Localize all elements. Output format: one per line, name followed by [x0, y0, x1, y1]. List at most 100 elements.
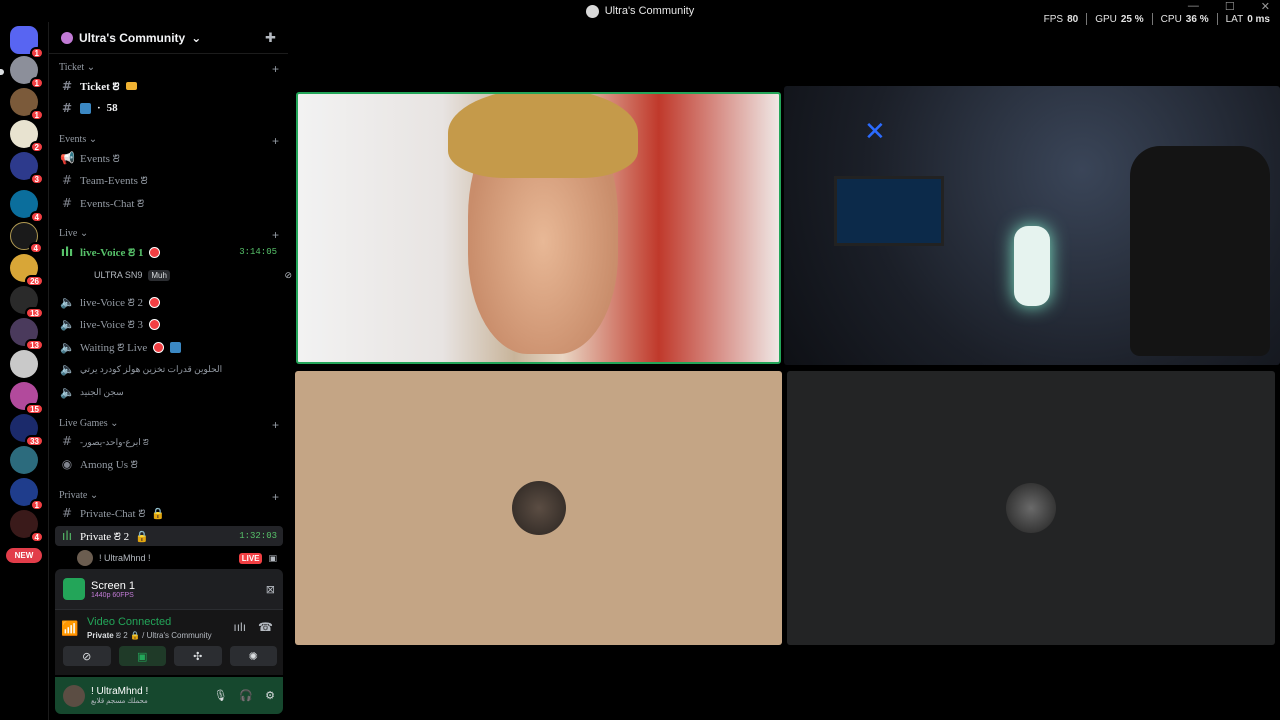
- signal-icon: 📶: [61, 620, 79, 636]
- category-live-games[interactable]: Live Games ⌄ +: [59, 418, 279, 432]
- add-channel-icon[interactable]: +: [272, 62, 279, 76]
- video-tile-speaking[interactable]: [296, 92, 781, 364]
- screen-share-button[interactable]: ▣: [118, 646, 166, 666]
- hashtag-icon: #: [61, 506, 73, 520]
- server-icon[interactable]: 2: [10, 120, 44, 153]
- voice-channel-live-1[interactable]: ılı live-Voice ꢨ 1 3:14:05: [55, 242, 283, 262]
- server-icon[interactable]: [10, 350, 38, 378]
- lock-icon: 🔒: [151, 507, 166, 520]
- server-logo-icon: [585, 4, 599, 18]
- hashtag-icon: #: [61, 434, 73, 448]
- voice-channel-arabic-2[interactable]: 🔈 سجن الجنيد: [55, 382, 283, 402]
- channel-private-chat[interactable]: # Private-Chat ꢨ 🔒: [55, 503, 283, 523]
- new-badge[interactable]: NEW: [6, 548, 42, 563]
- voice-status-panel: 📶 Video Connected Private ꢨ 2 🔒 / Ultra'…: [55, 609, 283, 675]
- divider: [1151, 13, 1153, 25]
- category-events[interactable]: Events ⌄ +: [59, 134, 279, 148]
- performance-overlay: FPS 80 GPU 25 % CPU 36 % LAT 0 ms: [1044, 13, 1270, 25]
- server-icon[interactable]: 15: [10, 382, 44, 415]
- invite-people-icon[interactable]: ✚: [265, 30, 276, 46]
- live-dot-icon: [153, 341, 165, 353]
- noise-suppression-icon[interactable]: ıılı: [233, 620, 246, 634]
- voice-active-icon: ılı: [60, 245, 74, 259]
- hashtag-icon: #: [61, 196, 73, 210]
- hashtag-icon: #: [61, 79, 73, 93]
- server-icon[interactable]: 13: [10, 286, 44, 319]
- gear-icon[interactable]: ⚙: [265, 689, 275, 702]
- server-icon[interactable]: 1: [10, 478, 44, 511]
- voice-member[interactable]: ! UltraMhnd ! LIVE ▣: [77, 548, 281, 568]
- voice-member[interactable]: ULTRA SN9 Muh ⊘: [94, 265, 298, 285]
- soundboard-button[interactable]: ✺: [229, 646, 277, 666]
- window-controls: — ☐ ✕: [1188, 0, 1270, 13]
- screen-share-panel: Screen 1 1440p 60FPS ⊠: [55, 569, 283, 609]
- server-icon[interactable]: 33: [10, 414, 44, 447]
- live-dot-icon: [149, 318, 161, 330]
- server-icon: [61, 31, 73, 44]
- camera-toggle-button[interactable]: ⊘: [63, 646, 111, 666]
- avatar[interactable]: [63, 684, 85, 707]
- server-icon[interactable]: 1: [10, 56, 44, 89]
- server-icon[interactable]: 4: [10, 510, 44, 543]
- speaker-icon: 🔈: [60, 385, 75, 399]
- lock-icon: 🔒: [135, 530, 149, 543]
- speaker-icon: 🔈: [60, 340, 75, 354]
- divider: [1086, 13, 1088, 25]
- stage-channel-among-us[interactable]: ◉ Among Us ꢨ: [55, 454, 283, 474]
- category-ticket[interactable]: Ticket ⌄ +: [59, 62, 279, 76]
- channel-ticket-count[interactable]: # · 58: [55, 98, 283, 118]
- add-channel-icon[interactable]: +: [272, 134, 279, 148]
- live-dot-icon: [149, 296, 161, 308]
- category-live[interactable]: Live ⌄ +: [59, 228, 279, 242]
- voice-channel-waiting[interactable]: 🔈 Waiting ꢨ Live: [55, 337, 283, 357]
- screen-share-icon: [63, 578, 85, 600]
- add-channel-icon[interactable]: +: [272, 418, 279, 432]
- disconnect-icon[interactable]: ☎: [258, 620, 273, 634]
- headphones-icon[interactable]: 🎧: [239, 689, 253, 702]
- channel-events[interactable]: 📢 Events ꢨ: [55, 148, 283, 168]
- microphone-icon[interactable]: 🎙: [213, 689, 227, 702]
- gpu-readout: GPU 25 %: [1095, 13, 1144, 25]
- server-icon[interactable]: 4: [10, 222, 43, 254]
- server-header[interactable]: Ultra's Community ⌄ ✚: [49, 22, 288, 54]
- server-rail: 1 1 1 2 3 4 4 26 13 13 15 33 1 4 NEW: [0, 22, 48, 720]
- channel-ticket[interactable]: # Ticket ꢨ: [55, 76, 283, 96]
- server-icon[interactable]: 4: [10, 190, 44, 223]
- arrow-emoji-icon: [170, 341, 182, 353]
- add-channel-icon[interactable]: +: [272, 228, 279, 242]
- voice-channel-live-3[interactable]: 🔈 live-Voice ꢨ 3: [55, 314, 283, 334]
- add-channel-icon[interactable]: +: [272, 490, 279, 504]
- ticket-emoji-icon: [80, 102, 91, 114]
- category-private[interactable]: Private ⌄ +: [59, 490, 279, 504]
- home-button[interactable]: 1: [10, 26, 44, 59]
- server-icon[interactable]: 1: [10, 88, 44, 121]
- voice-channel-private[interactable]: ılı Private ꢨ 2 🔒 1:32:03: [55, 526, 283, 546]
- channel-sidebar: Ultra's Community ⌄ ✚ Ticket ⌄ + # Ticket …: [48, 22, 292, 720]
- voice-channel-live-2[interactable]: 🔈 live-Voice ꢨ 2: [55, 292, 283, 312]
- divider: [1216, 13, 1218, 25]
- channel-arabic-3[interactable]: # -ابرع-واحد-يصور ꢨ: [55, 431, 283, 451]
- channel-events-chat[interactable]: # Events-Chat ꢨ: [55, 193, 283, 213]
- video-tile-avatar[interactable]: [787, 371, 1275, 645]
- stream-preview-icon: ▣: [268, 552, 277, 563]
- channel-team-events[interactable]: # Team-Events ꢨ: [55, 170, 283, 190]
- minimize-icon[interactable]: —: [1188, 0, 1199, 13]
- server-icon[interactable]: 26: [10, 254, 44, 287]
- close-icon[interactable]: ✕: [1261, 0, 1270, 13]
- server-icon[interactable]: [10, 446, 38, 474]
- window-title: Ultra's Community: [585, 4, 694, 18]
- unread-pill: [0, 69, 4, 75]
- voice-active-icon: ılı: [61, 529, 72, 543]
- muted-icon: ⊘: [284, 269, 292, 280]
- server-icon[interactable]: 13: [10, 318, 44, 351]
- video-tile-stream[interactable]: ✕: [784, 86, 1280, 365]
- maximize-icon[interactable]: ☐: [1225, 0, 1235, 13]
- stop-stream-icon[interactable]: ⊠: [266, 583, 275, 596]
- activities-button[interactable]: ✣: [174, 646, 222, 666]
- video-tile-avatar[interactable]: [295, 371, 782, 645]
- fps-readout: FPS 80: [1043, 13, 1079, 25]
- avatar: [77, 550, 93, 566]
- server-icon[interactable]: 3: [10, 152, 44, 185]
- voice-channel-arabic-1[interactable]: 🔈 الحلوين قدرات تخزين هولز كودرد يرتي: [55, 359, 283, 379]
- live-dot-icon: [149, 246, 161, 258]
